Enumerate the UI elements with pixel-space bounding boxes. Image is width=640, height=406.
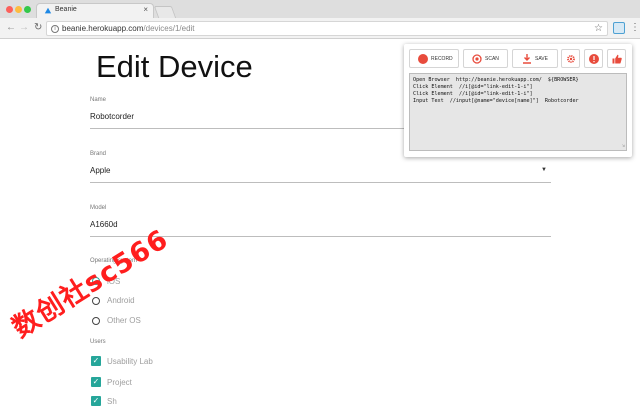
new-tab-button[interactable] bbox=[153, 6, 177, 18]
site-info-icon[interactable]: i bbox=[51, 25, 59, 33]
name-input[interactable]: Robotcorder bbox=[90, 112, 134, 121]
record-label: RECORD bbox=[431, 56, 453, 62]
script-textarea[interactable]: Open Browser http://beanie.herokuapp.com… bbox=[409, 73, 627, 151]
forward-arrow-icon[interactable]: → bbox=[19, 22, 29, 34]
zoom-window-button[interactable] bbox=[24, 6, 31, 13]
tab-close-icon[interactable]: × bbox=[143, 5, 148, 14]
minimize-window-button[interactable] bbox=[15, 6, 22, 13]
alert-icon bbox=[589, 54, 599, 64]
address-bar[interactable]: i beanie.herokuapp.com/devices/1/edit ☆ bbox=[46, 21, 608, 36]
like-button[interactable] bbox=[607, 49, 626, 68]
checkbox-project[interactable]: ✓ bbox=[91, 377, 101, 387]
users-label: Users bbox=[90, 339, 106, 345]
info-button[interactable] bbox=[584, 49, 603, 68]
record-button[interactable]: RECORD bbox=[409, 49, 459, 68]
browser-menu-icon[interactable]: ⋮ bbox=[630, 22, 640, 34]
tab-strip: Beanie × bbox=[0, 0, 640, 18]
url-text[interactable]: beanie.herokuapp.com/devices/1/edit bbox=[62, 24, 195, 33]
brand-underline bbox=[90, 182, 551, 183]
dropdown-arrow-icon[interactable]: ▼ bbox=[541, 167, 547, 173]
model-input[interactable]: A1660d bbox=[90, 220, 118, 229]
page-title: Edit Device bbox=[96, 49, 253, 84]
script-line: Click Element //i[@id="link-edit-1-i"] bbox=[413, 84, 533, 90]
browser-tab[interactable]: Beanie × bbox=[36, 3, 154, 18]
name-label: Name bbox=[90, 97, 107, 103]
reload-icon[interactable]: ↻ bbox=[34, 22, 42, 34]
scan-label: SCAN bbox=[485, 56, 499, 62]
back-arrow-icon[interactable]: ← bbox=[6, 22, 16, 34]
script-line: Open Browser http://beanie.herokuapp.com… bbox=[413, 77, 579, 83]
brand-label: Brand bbox=[90, 151, 107, 157]
robotcorder-popup: RECORD SCAN SAVE Open Browser http://bea… bbox=[404, 44, 632, 157]
beanie-favicon-icon bbox=[44, 7, 52, 14]
radio-android-label: Android bbox=[107, 296, 135, 305]
radio-other-os-label: Other OS bbox=[107, 316, 141, 325]
settings-button[interactable] bbox=[561, 49, 580, 68]
gear-icon bbox=[567, 55, 575, 63]
model-label: Model bbox=[90, 205, 107, 211]
record-icon bbox=[418, 54, 428, 64]
script-line: Click Element //i[@id="link-edit-1-i"] bbox=[413, 91, 533, 97]
save-button[interactable]: SAVE bbox=[512, 49, 558, 68]
target-icon bbox=[472, 54, 482, 64]
resize-handle-icon[interactable]: ⇲ bbox=[622, 143, 625, 150]
robotcorder-extension-icon[interactable] bbox=[613, 22, 625, 34]
checkbox-third-user-label: Sh bbox=[107, 397, 117, 406]
checkbox-project-label: Project bbox=[107, 378, 132, 387]
checkbox-third-user[interactable]: ✓ bbox=[91, 396, 101, 406]
download-icon bbox=[523, 54, 531, 64]
tab-title: Beanie bbox=[55, 6, 77, 13]
url-host: beanie.herokuapp.com bbox=[62, 24, 144, 33]
bookmark-star-icon[interactable]: ☆ bbox=[594, 23, 603, 34]
checkbox-usability-lab-label: Usability Lab bbox=[107, 357, 153, 366]
browser-toolbar: ← → ↻ i beanie.herokuapp.com/devices/1/e… bbox=[0, 18, 640, 39]
close-window-button[interactable] bbox=[6, 6, 13, 13]
checkbox-usability-lab[interactable]: ✓ bbox=[91, 356, 101, 366]
radio-other-os[interactable] bbox=[92, 317, 100, 325]
thumbs-up-icon bbox=[612, 54, 622, 64]
url-path: /devices/1/edit bbox=[143, 24, 195, 33]
script-line: Input Text //input[@name="device[name]"]… bbox=[413, 98, 579, 104]
scan-button[interactable]: SCAN bbox=[463, 49, 508, 68]
brand-select[interactable]: Apple bbox=[90, 166, 110, 175]
save-label: SAVE bbox=[535, 56, 548, 62]
